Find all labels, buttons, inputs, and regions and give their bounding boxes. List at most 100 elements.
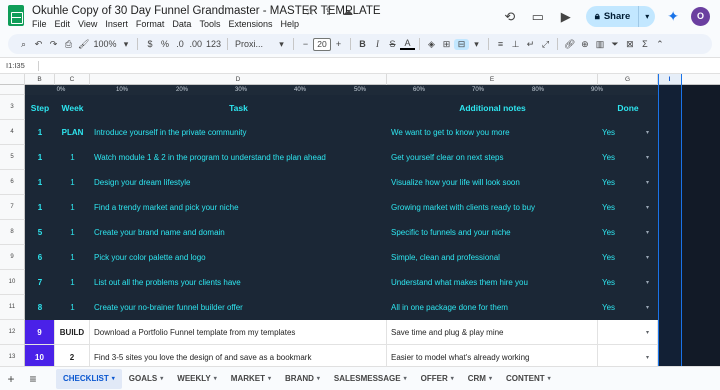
redo-icon[interactable]: ↷ xyxy=(46,39,61,50)
task-cell[interactable]: Create your no-brainer funnel builder of… xyxy=(90,295,387,320)
chevron-down-icon[interactable]: ▾ xyxy=(268,375,271,382)
text-rotation-icon[interactable]: ⤢ xyxy=(538,39,553,50)
add-sheet-icon[interactable]: + xyxy=(0,372,22,386)
step-cell[interactable]: 8 xyxy=(25,295,55,320)
percent-button[interactable]: % xyxy=(157,39,172,49)
row-header[interactable]: 11 xyxy=(0,295,25,320)
avatar[interactable]: O xyxy=(691,7,710,26)
week-cell[interactable]: 1 xyxy=(55,145,90,170)
chevron-down-icon[interactable]: ▾ xyxy=(214,375,217,382)
header-step[interactable]: Step xyxy=(25,95,55,120)
notes-cell[interactable]: Growing market with clients ready to buy xyxy=(387,195,598,220)
sheet-tab-brand[interactable]: BRAND ▾ xyxy=(278,369,327,389)
notes-cell[interactable]: Easier to model what's already working xyxy=(387,345,598,366)
merge-chevron-icon[interactable]: ▾ xyxy=(469,39,484,50)
sheet-tab-checklist[interactable]: CHECKLIST ▾ xyxy=(56,368,122,389)
dropdown-chevron-icon[interactable]: ▾ xyxy=(646,295,649,320)
cloud-icon[interactable]: ☁ xyxy=(342,5,353,18)
font-size-increase[interactable]: + xyxy=(331,39,346,49)
chevron-down-icon[interactable]: ▾ xyxy=(404,375,407,382)
row-header[interactable]: 5 xyxy=(0,145,25,170)
column-header-e[interactable]: E xyxy=(387,74,598,85)
menu-tools[interactable]: Tools xyxy=(199,19,220,29)
notes-cell[interactable]: Visualize how your life will look soon xyxy=(387,170,598,195)
font-size-decrease[interactable]: − xyxy=(298,39,313,49)
menu-format[interactable]: Format xyxy=(136,19,165,29)
step-cell[interactable]: 1 xyxy=(25,170,55,195)
step-cell[interactable]: 7 xyxy=(25,270,55,295)
header-task[interactable]: Task xyxy=(90,95,387,120)
task-cell[interactable]: Download a Portfolio Funnel template fro… xyxy=(90,320,387,344)
step-cell[interactable]: 1 xyxy=(25,120,55,145)
gemini-icon[interactable]: ✦ xyxy=(667,8,679,25)
dropdown-chevron-icon[interactable]: ▾ xyxy=(646,145,649,170)
notes-cell[interactable]: Simple, clean and professional xyxy=(387,245,598,270)
history-icon[interactable]: ⟲ xyxy=(502,9,518,25)
functions-icon[interactable]: Σ xyxy=(637,39,652,49)
week-cell[interactable]: 1 xyxy=(55,270,90,295)
column-header-d[interactable]: D xyxy=(90,74,387,85)
font-size-input[interactable]: 20 xyxy=(313,37,332,51)
sheet-tab-goals[interactable]: GOALS ▾ xyxy=(122,369,170,389)
notes-cell[interactable]: All in one package done for them xyxy=(387,295,598,320)
notes-cell[interactable]: Save time and plug & play mine xyxy=(387,320,598,344)
paint-format-icon[interactable]: 🖌︎ xyxy=(76,39,91,50)
week-cell[interactable]: 1 xyxy=(55,295,90,320)
number-format-button[interactable]: 123 xyxy=(204,39,223,49)
week-cell[interactable]: 1 xyxy=(55,170,90,195)
increase-decimal-button[interactable]: .00 xyxy=(187,39,204,49)
undo-icon[interactable]: ↶ xyxy=(31,39,46,50)
week-cell[interactable]: 1 xyxy=(55,245,90,270)
move-icon[interactable]: ⇪ xyxy=(324,5,333,18)
row-header[interactable]: 3 xyxy=(0,95,25,120)
week-cell[interactable]: PLAN xyxy=(55,120,90,145)
text-wrap-icon[interactable]: ↵ xyxy=(523,39,538,50)
task-cell[interactable]: Find a trendy market and pick your niche xyxy=(90,195,387,220)
row-header[interactable]: 4 xyxy=(0,120,25,145)
zoom-chevron-icon[interactable]: ▾ xyxy=(118,39,133,50)
row-header[interactable]: 7 xyxy=(0,195,25,220)
sheet-tab-crm[interactable]: CRM ▾ xyxy=(461,369,499,389)
collapse-toolbar-icon[interactable]: ⌃ xyxy=(652,39,667,50)
task-cell[interactable]: Introduce yourself in the private commun… xyxy=(90,120,387,145)
sheets-logo-icon[interactable] xyxy=(8,5,24,26)
filter-icon[interactable]: ⏷ xyxy=(607,39,622,50)
menu-extensions[interactable]: Extensions xyxy=(228,19,272,29)
task-cell[interactable]: Find 3-5 sites you love the design of an… xyxy=(90,345,387,366)
search-icon[interactable]: ⌕ xyxy=(16,39,31,50)
week-cell[interactable]: 1 xyxy=(55,220,90,245)
header-notes[interactable]: Additional notes xyxy=(387,95,598,120)
step-cell[interactable]: 6 xyxy=(25,245,55,270)
chevron-down-icon[interactable]: ▾ xyxy=(317,375,320,382)
chevron-down-icon[interactable]: ▾ xyxy=(451,375,454,382)
task-cell[interactable]: Pick your color palette and logo xyxy=(90,245,387,270)
row-header[interactable]: 8 xyxy=(0,220,25,245)
menu-help[interactable]: Help xyxy=(280,19,299,29)
row-header[interactable]: 13 xyxy=(0,345,25,366)
column-header-c[interactable]: C xyxy=(55,74,90,85)
menu-edit[interactable]: Edit xyxy=(55,19,71,29)
strikethrough-icon[interactable]: S xyxy=(385,39,400,49)
notes-cell[interactable]: Get yourself clear on next steps xyxy=(387,145,598,170)
menu-view[interactable]: View xyxy=(78,19,97,29)
dropdown-chevron-icon[interactable]: ▾ xyxy=(646,270,649,295)
task-cell[interactable]: Create your brand name and domain xyxy=(90,220,387,245)
row-header[interactable]: 10 xyxy=(0,270,25,295)
currency-button[interactable]: $ xyxy=(142,39,157,49)
star-icon[interactable]: ☆ xyxy=(305,5,315,18)
week-cell[interactable]: 1 xyxy=(55,195,90,220)
sheet-tab-weekly[interactable]: WEEKLY ▾ xyxy=(170,369,224,389)
comment-icon[interactable]: ▭ xyxy=(530,9,546,25)
task-cell[interactable]: List out all the problems your clients h… xyxy=(90,270,387,295)
horizontal-align-icon[interactable]: ≡ xyxy=(493,39,508,49)
header-week[interactable]: Week xyxy=(55,95,90,120)
sheet-tab-offer[interactable]: OFFER ▾ xyxy=(414,369,461,389)
insert-link-icon[interactable]: 🔗︎ xyxy=(562,39,577,50)
dropdown-chevron-icon[interactable]: ▾ xyxy=(646,245,649,270)
decrease-decimal-button[interactable]: .0 xyxy=(172,39,187,49)
sheet-list-icon[interactable]: ≡ xyxy=(22,372,44,386)
insert-chart-icon[interactable]: ▥ xyxy=(592,39,607,50)
zoom-select[interactable]: 100% xyxy=(91,39,118,49)
week-cell[interactable]: BUILD xyxy=(55,320,90,344)
dropdown-chevron-icon[interactable]: ▾ xyxy=(646,195,649,220)
